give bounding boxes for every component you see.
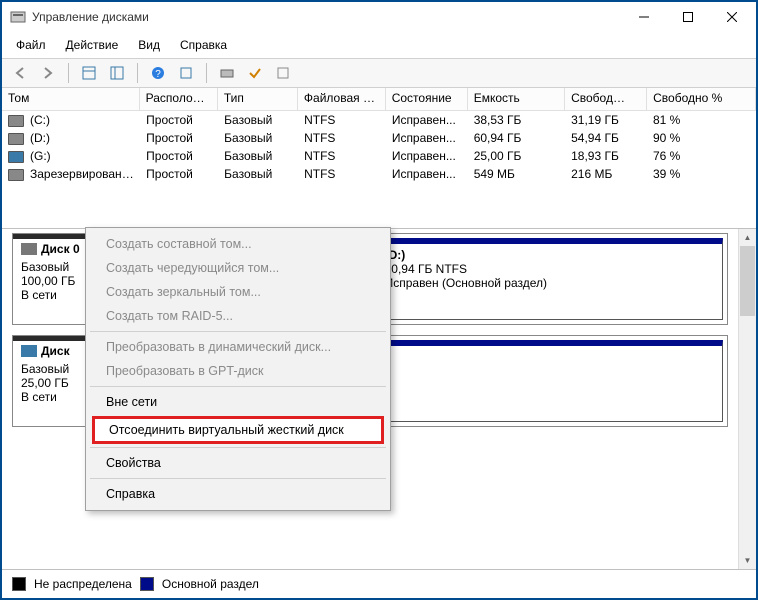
scroll-down-icon[interactable]: ▼ — [739, 552, 756, 569]
context-menu: Создать составной том... Создать чередую… — [85, 227, 391, 511]
vhd-icon — [21, 345, 37, 357]
volume-list-header: Том Располо… Тип Файловая с… Состояние Е… — [2, 88, 756, 111]
cm-offline[interactable]: Вне сети — [88, 390, 388, 414]
legend-primary-swatch — [140, 577, 154, 591]
back-button[interactable] — [8, 61, 32, 85]
legend-unallocated-swatch — [12, 577, 26, 591]
toolbar-view2-icon[interactable] — [105, 61, 129, 85]
volume-row[interactable]: (C:)ПростойБазовыйNTFSИсправен...38,53 Г… — [2, 111, 756, 129]
cm-create-raid5: Создать том RAID-5... — [88, 304, 388, 328]
cm-create-mirror: Создать зеркальный том... — [88, 280, 388, 304]
disk-management-window: Управление дисками Файл Действие Вид Спр… — [0, 0, 758, 600]
forward-button[interactable] — [36, 61, 60, 85]
svg-text:?: ? — [155, 69, 161, 80]
cm-separator — [90, 447, 386, 448]
col-type[interactable]: Тип — [218, 88, 298, 110]
col-status[interactable]: Состояние — [386, 88, 468, 110]
cm-separator — [90, 331, 386, 332]
minimize-button[interactable] — [622, 2, 666, 32]
scroll-up-icon[interactable]: ▲ — [739, 229, 756, 246]
toolbar-refresh-icon[interactable] — [174, 61, 198, 85]
disk0-title: Диск 0 — [41, 242, 80, 256]
disk1-title: Диск — [41, 344, 70, 358]
maximize-button[interactable] — [666, 2, 710, 32]
close-button[interactable] — [710, 2, 754, 32]
volume-icon — [8, 151, 24, 163]
hard-disk-icon — [21, 243, 37, 255]
col-fs[interactable]: Файловая с… — [298, 88, 386, 110]
col-free-pct[interactable]: Свободно % — [647, 88, 756, 110]
col-layout[interactable]: Располо… — [140, 88, 218, 110]
volume-icon — [8, 133, 24, 145]
cm-help[interactable]: Справка — [88, 482, 388, 506]
cm-properties[interactable]: Свойства — [88, 451, 388, 475]
vertical-scrollbar[interactable]: ▲ ▼ — [738, 229, 756, 569]
legend-primary-label: Основной раздел — [162, 577, 259, 591]
menu-view[interactable]: Вид — [134, 36, 164, 54]
col-volume[interactable]: Том — [2, 88, 140, 110]
cm-detach-vhd[interactable]: Отсоединить виртуальный жесткий диск — [92, 416, 384, 444]
cm-convert-gpt: Преобразовать в GPT-диск — [88, 359, 388, 383]
menu-file[interactable]: Файл — [12, 36, 50, 54]
titlebar: Управление дисками — [2, 2, 756, 32]
partition-d-info: 60,94 ГБ NTFS — [385, 262, 714, 276]
toolbar-props-icon[interactable] — [271, 61, 295, 85]
menu-help[interactable]: Справка — [176, 36, 231, 54]
legend-unallocated-label: Не распределена — [34, 577, 132, 591]
toolbar-check-icon[interactable] — [243, 61, 267, 85]
toolbar-help-icon[interactable]: ? — [146, 61, 170, 85]
cm-create-striped: Создать чередующийся том... — [88, 256, 388, 280]
volume-row[interactable]: Зарезервировано...ПростойБазовыйNTFSИспр… — [2, 165, 756, 183]
toolbar-view-icon[interactable] — [77, 61, 101, 85]
scroll-thumb[interactable] — [740, 246, 755, 316]
volume-icon — [8, 115, 24, 127]
window-title: Управление дисками — [32, 10, 622, 24]
cm-convert-dynamic: Преобразовать в динамический диск... — [88, 335, 388, 359]
toolbar-disk-icon[interactable] — [215, 61, 239, 85]
volume-row[interactable]: (G:)ПростойБазовыйNTFSИсправен...25,00 Г… — [2, 147, 756, 165]
partition-d[interactable]: (D:) 60,94 ГБ NTFS Исправен (Основной ра… — [376, 238, 723, 320]
legend: Не распределена Основной раздел — [2, 569, 756, 598]
cm-separator — [90, 386, 386, 387]
menu-action[interactable]: Действие — [62, 36, 123, 54]
menubar: Файл Действие Вид Справка — [2, 32, 756, 58]
partition-d-status: Исправен (Основной раздел) — [385, 276, 714, 290]
app-icon — [10, 9, 26, 25]
volume-list: Том Располо… Тип Файловая с… Состояние Е… — [2, 88, 756, 229]
col-capacity[interactable]: Емкость — [468, 88, 565, 110]
toolbar: ? — [2, 58, 756, 88]
col-free[interactable]: Свобод… — [565, 88, 647, 110]
cm-create-spanned: Создать составной том... — [88, 232, 388, 256]
volume-row[interactable]: (D:)ПростойБазовыйNTFSИсправен...60,94 Г… — [2, 129, 756, 147]
volume-icon — [8, 169, 24, 181]
cm-separator — [90, 478, 386, 479]
